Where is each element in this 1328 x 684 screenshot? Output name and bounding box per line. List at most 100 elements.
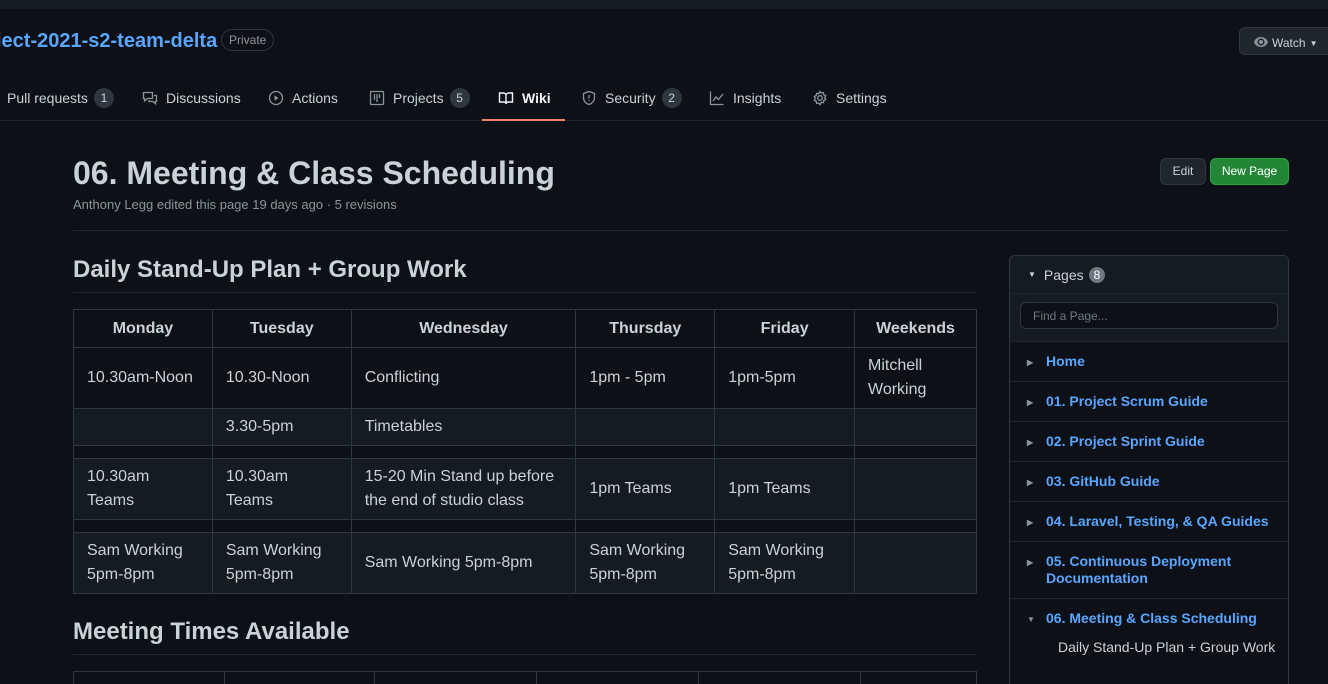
sidebar-item-label: 06. Meeting & Class Scheduling [1046, 610, 1257, 626]
edit-button[interactable]: Edit [1160, 158, 1206, 185]
tab-label: Settings [836, 89, 887, 106]
table-cell: Sam Working 5pm-8pm [211, 532, 352, 594]
table-cell: Sam Working 5pm-8pm [575, 532, 716, 594]
tab-label: Insights [733, 89, 782, 106]
sidebar-item-meeting-scheduling[interactable]: ▼ 06. Meeting & Class Scheduling [1010, 599, 1288, 638]
new-page-button[interactable]: New Page [1210, 158, 1289, 185]
sidebar-item-laravel-guides[interactable]: ▶ 04. Laravel, Testing, & QA Guides [1010, 502, 1288, 542]
sidebar-item-label: 02. Project Sprint Guide [1046, 433, 1205, 449]
table-cell: 1pm - 5pm [575, 347, 716, 409]
chevron-right-icon[interactable]: ▶ [1027, 394, 1033, 411]
table-cell [714, 519, 855, 533]
sidebar-item-label: 05. Continuous Deployment Documentation [1046, 553, 1232, 586]
tab-insights[interactable]: Insights [709, 74, 781, 121]
sidebar-item-github-guide[interactable]: ▶ 03. GitHub Guide [1010, 462, 1288, 502]
table-row: 10.30am-Noon 10.30-Noon Conflicting 1pm … [73, 347, 977, 409]
tab-security[interactable]: Security 2 [581, 74, 682, 121]
sidebar-item-home[interactable]: ▶ Home [1010, 342, 1288, 382]
pages-toggle[interactable]: ▼ Pages 8 [1010, 256, 1288, 294]
sidebar-item-scrum-guide[interactable]: ▶ 01. Project Scrum Guide [1010, 382, 1288, 422]
table-row: 3.30-5pm Timetables [73, 408, 977, 446]
table-cell [73, 408, 213, 446]
chevron-right-icon[interactable]: ▶ [1027, 434, 1033, 451]
tab-projects[interactable]: Projects 5 [369, 74, 470, 121]
column-header: Friday [714, 309, 855, 348]
table-cell [211, 519, 352, 533]
table-cell [575, 519, 716, 533]
table-cell [854, 408, 977, 446]
column-header: Tuesday [211, 309, 352, 348]
eye-icon [1254, 37, 1268, 47]
tab-discussions[interactable]: Discussions [142, 74, 241, 121]
repo-name-link[interactable]: iect-2021-s2-team-delta [0, 30, 217, 53]
column-header: Weekends [854, 309, 977, 348]
watch-label: Watch [1272, 36, 1306, 50]
sidebar-subitem-standup-plan[interactable]: Daily Stand-Up Plan + Group Work [1010, 638, 1288, 656]
table-cell: Mitchell Working [854, 347, 977, 409]
section-heading: Daily Stand-Up Plan + Group Work [73, 256, 977, 293]
table-cell [854, 458, 977, 520]
repo-header: iect-2021-s2-team-delta Private Watch ▼ [0, 26, 1328, 56]
column-header: Wednesday [350, 309, 577, 348]
table-cell: Timetables [350, 408, 577, 446]
play-icon [268, 90, 284, 105]
tab-counter: 1 [93, 87, 114, 108]
table-row: 10.30am Teams 10.30am Teams 15-20 Min St… [73, 458, 977, 520]
table-cell: 10.30am Teams [73, 458, 213, 520]
find-page-input[interactable] [1020, 302, 1278, 329]
chevron-right-icon[interactable]: ▶ [1027, 354, 1033, 371]
visibility-badge: Private [221, 29, 275, 51]
table-cell [714, 408, 855, 446]
tab-label: Discussions [166, 89, 241, 106]
table-cell [350, 445, 577, 459]
sidebar-item-continuous-deployment[interactable]: ▶ 05. Continuous Deployment Documentation [1010, 542, 1288, 599]
table-cell: 15-20 Min Stand up before the end of stu… [350, 458, 577, 520]
tab-label: Pull requests [7, 89, 88, 106]
graph-icon [709, 91, 724, 105]
chevron-down-icon: ▼ [1028, 270, 1036, 279]
pages-count: 8 [1088, 266, 1106, 283]
table-icon [369, 90, 385, 105]
tab-counter: 5 [449, 87, 470, 108]
repo-tabs: Pull requests 1 Discussions Actions Proje… [0, 74, 1328, 121]
divider [73, 230, 1289, 231]
sidebar-item-label: 04. Laravel, Testing, & QA Guides [1046, 513, 1269, 529]
table-cell: Sam Working 5pm-8pm [714, 532, 855, 594]
table-cell: 1pm Teams [714, 458, 855, 520]
shield-icon [582, 90, 596, 105]
tab-label: Actions [292, 89, 338, 106]
chevron-right-icon[interactable]: ▶ [1027, 554, 1033, 571]
chevron-right-icon[interactable]: ▶ [1027, 474, 1033, 491]
table-cell [211, 445, 352, 459]
schedule-table: Monday Tuesday Wednesday Thursday Friday… [73, 309, 977, 594]
watch-button[interactable]: Watch ▼ [1239, 27, 1328, 55]
chevron-down-icon[interactable]: ▼ [1027, 611, 1035, 628]
sidebar-item-sprint-guide[interactable]: ▶ 02. Project Sprint Guide [1010, 422, 1288, 462]
table-row [73, 519, 977, 533]
table-cell [350, 519, 577, 533]
gear-icon [813, 89, 827, 106]
pages-title: Pages [1043, 266, 1084, 283]
tab-label: Wiki [522, 89, 551, 106]
table-cell [714, 445, 855, 459]
tab-pull-requests[interactable]: Pull requests 1 [7, 74, 114, 121]
table-cell: 3.30-5pm [211, 408, 352, 446]
section-heading: Meeting Times Available [73, 618, 977, 655]
table-cell [854, 532, 977, 594]
tab-label: Projects [393, 89, 444, 106]
table-cell: Conflicting [350, 347, 577, 409]
tab-wiki[interactable]: Wiki [482, 74, 565, 121]
tab-settings[interactable]: Settings [812, 74, 887, 121]
global-header [0, 0, 1328, 9]
page-filter [1010, 294, 1288, 342]
tab-actions[interactable]: Actions [268, 74, 338, 121]
table-cell [73, 519, 213, 533]
tab-label: Security [605, 89, 656, 106]
table-cell: 1pm Teams [575, 458, 716, 520]
chevron-right-icon[interactable]: ▶ [1027, 514, 1033, 531]
table-cell [73, 445, 213, 459]
sidebar-item-label: 01. Project Scrum Guide [1046, 393, 1208, 409]
page-revision-meta[interactable]: Anthony Legg edited this page 19 days ag… [73, 197, 397, 212]
sidebar-item-label: 03. GitHub Guide [1046, 473, 1160, 489]
table-cell: Sam Working 5pm-8pm [350, 532, 577, 594]
